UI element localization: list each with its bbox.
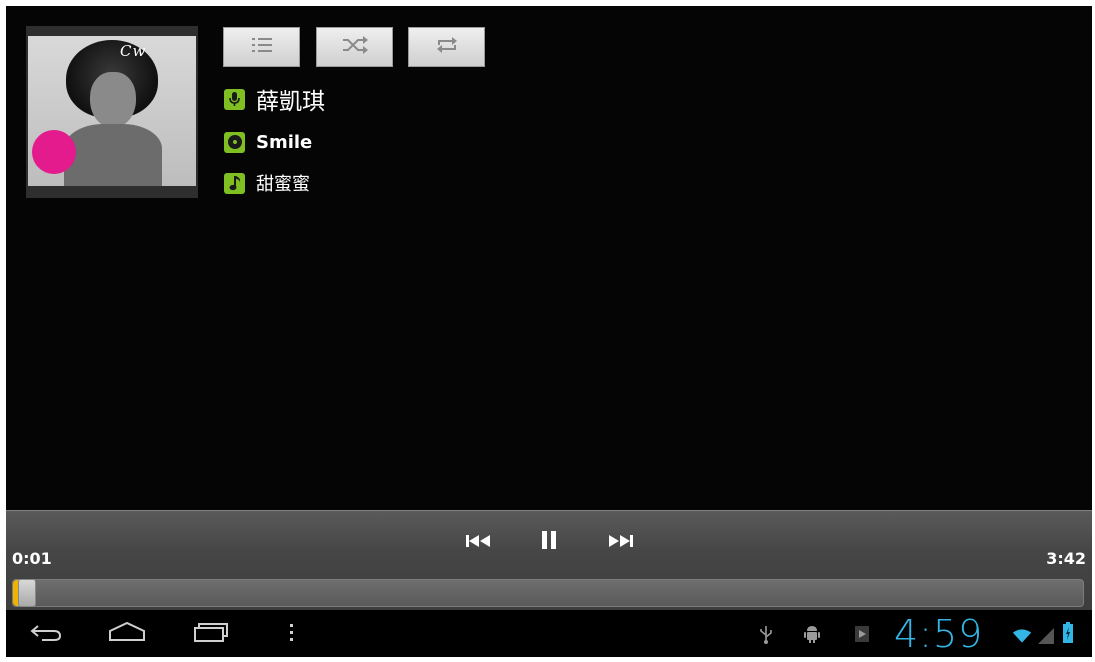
- previous-button[interactable]: [460, 527, 496, 557]
- artist-name: 薛凱琪: [256, 89, 325, 115]
- shuffle-button[interactable]: [316, 27, 393, 67]
- skip-previous-icon: [465, 533, 491, 552]
- repeat-icon: [435, 34, 459, 60]
- pause-button[interactable]: [531, 527, 567, 557]
- music-note-icon: [224, 172, 245, 194]
- wifi-icon: [1012, 626, 1032, 646]
- track-title: 甜蜜蜜: [256, 174, 310, 195]
- playback-control-bar: 0:01 3:42: [6, 510, 1092, 610]
- next-button[interactable]: [603, 527, 639, 557]
- back-button[interactable]: [24, 620, 68, 648]
- music-player-screen: Cw 薛凱琪 Smile 甜蜜蜜 0:01 3:42 4:59: [6, 6, 1092, 657]
- album-cover-photo: Cw: [28, 36, 196, 186]
- android-debug-icon: [802, 624, 822, 644]
- pause-icon: [540, 530, 558, 554]
- home-button[interactable]: [105, 620, 149, 648]
- status-clock: 4:59: [894, 612, 984, 656]
- system-navigation-bar: 4:59: [6, 610, 1092, 657]
- cover-sticker: [32, 130, 76, 174]
- album-name: Smile: [256, 131, 313, 153]
- recent-apps-icon: [189, 621, 229, 647]
- menu-button[interactable]: [270, 620, 314, 648]
- total-duration: 3:42: [1046, 549, 1086, 568]
- elapsed-time: 0:01: [12, 549, 52, 568]
- back-icon: [28, 622, 64, 646]
- battery-icon: [1058, 622, 1078, 643]
- seek-bar[interactable]: [12, 579, 1084, 607]
- album-row: Smile: [224, 129, 312, 155]
- seek-thumb[interactable]: [18, 579, 36, 607]
- artist-row: 薛凱琪: [224, 86, 325, 115]
- media-playing-icon: [852, 624, 872, 644]
- playlist-button[interactable]: [223, 27, 300, 67]
- title-row: 甜蜜蜜: [224, 170, 310, 196]
- home-icon: [107, 621, 147, 647]
- repeat-button[interactable]: [408, 27, 485, 67]
- microphone-icon: [224, 88, 245, 110]
- disc-icon: [224, 131, 245, 153]
- playlist-icon: [249, 35, 275, 59]
- recent-apps-button[interactable]: [187, 620, 231, 648]
- overflow-menu-icon: [289, 621, 295, 647]
- signal-icon: [1036, 626, 1056, 646]
- skip-next-icon: [608, 533, 634, 552]
- album-art[interactable]: Cw: [26, 26, 198, 198]
- shuffle-icon: [341, 35, 369, 59]
- cover-logo: Cw: [120, 42, 147, 60]
- usb-icon: [756, 624, 776, 644]
